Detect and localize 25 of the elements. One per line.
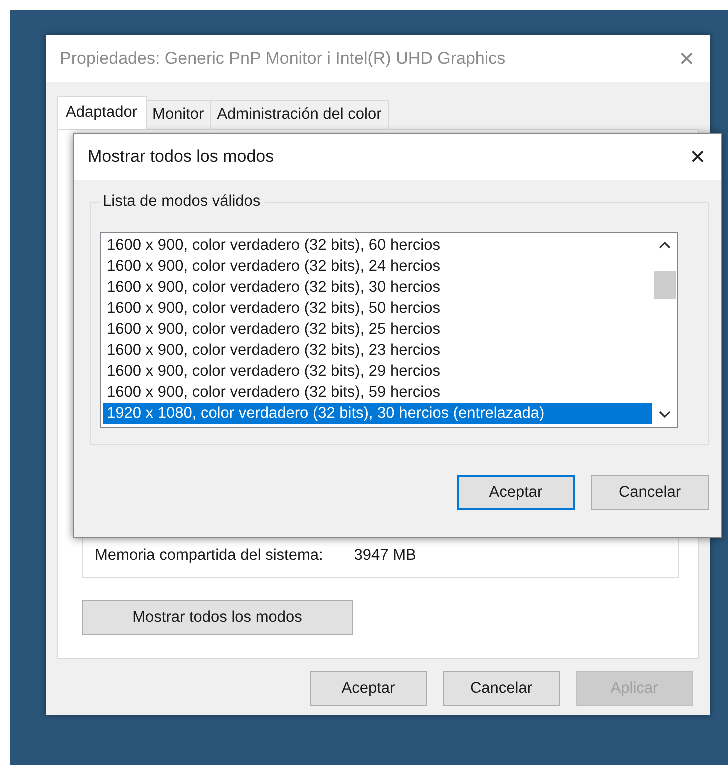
dialog-button[interactable]: Aceptar xyxy=(310,671,427,706)
close-button[interactable]: ✕ xyxy=(675,137,721,177)
mode-item[interactable]: 1600 x 900, color verdadero (32 bits), 60 hercios xyxy=(103,235,652,256)
memory-label: Memoria compartida del sistema: xyxy=(95,547,324,565)
memory-value: 3947 MB xyxy=(354,547,416,565)
tab[interactable]: Adaptador xyxy=(57,96,147,129)
mode-item[interactable]: 1600 x 900, color verdadero (32 bits), 29 hercios xyxy=(103,361,652,382)
dialog-button[interactable]: Aceptar xyxy=(457,475,575,510)
tab[interactable]: Administración del color xyxy=(210,100,389,129)
mode-item[interactable]: 1600 x 900, color verdadero (32 bits), 30 hercios xyxy=(103,277,652,298)
mode-item[interactable]: 1600 x 900, color verdadero (32 bits), 23 hercios xyxy=(103,340,652,361)
mode-item[interactable]: 1600 x 900, color verdadero (32 bits), 24 hercios xyxy=(103,256,652,277)
scroll-up-icon[interactable] xyxy=(658,241,670,249)
dialog-button[interactable]: Cancelar xyxy=(443,671,560,706)
show-all-modes-button[interactable]: Mostrar todos los modos xyxy=(82,600,353,635)
mode-item[interactable]: 1600 x 900, color verdadero (32 bits), 25 hercios xyxy=(103,319,652,340)
scroll-thumb[interactable] xyxy=(654,271,676,299)
dialog-button[interactable]: Cancelar xyxy=(591,475,709,510)
mode-item[interactable]: 1920 x 1080, color verdadero (32 bits), 30 hercios (entrelazada) xyxy=(103,403,652,424)
dialog-title: Mostrar todos los modos xyxy=(88,147,274,167)
close-button[interactable]: ✕ xyxy=(664,38,710,78)
window-title: Propiedades: Generic PnP Monitor i Intel(R) UHD Graphics xyxy=(60,48,506,68)
mode-item[interactable]: 1600 x 900, color verdadero (32 bits), 59 hercios xyxy=(103,382,652,403)
mode-item[interactable]: 1600 x 900, color verdadero (32 bits), 50 hercios xyxy=(103,298,652,319)
scroll-down-icon[interactable] xyxy=(658,411,670,419)
